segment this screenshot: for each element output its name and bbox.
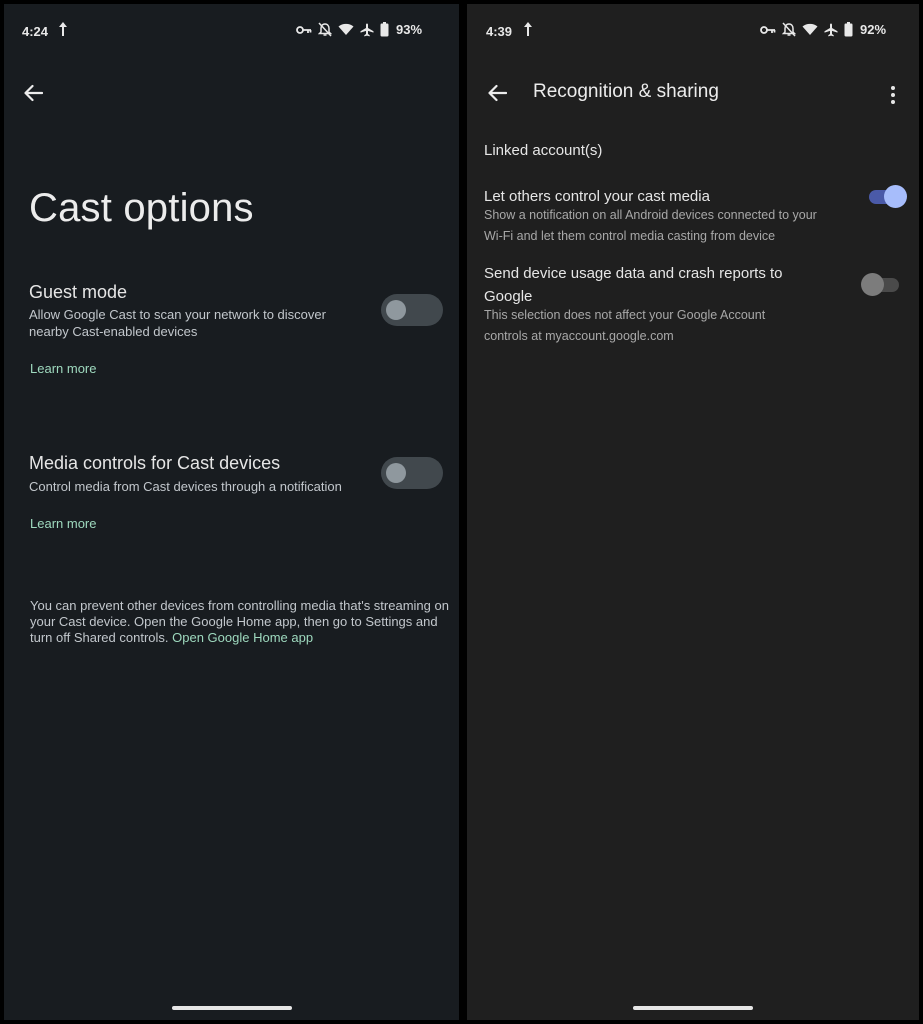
airplane-icon	[824, 23, 838, 37]
usage-data-title: Send device usage data and crash reports…	[484, 265, 783, 305]
back-arrow-icon	[487, 84, 508, 107]
battery-percent: 93%	[396, 22, 423, 37]
arrow-up-icon	[58, 21, 68, 42]
media-controls-toggle[interactable]	[381, 457, 443, 489]
back-arrow-icon	[23, 84, 44, 107]
toggle-thumb	[386, 463, 406, 483]
cast-media-control-switch[interactable]	[869, 185, 907, 208]
cast-media-control-description: Show a notification on all Android devic…	[484, 208, 817, 243]
usage-data-switch[interactable]	[861, 273, 899, 296]
page-title: Recognition & sharing	[533, 81, 719, 102]
arrow-up-icon	[523, 21, 533, 42]
vpn-key-icon	[296, 24, 312, 36]
notifications-off-icon	[318, 22, 332, 37]
media-controls-title: Media controls for Cast devices	[29, 453, 281, 473]
switch-thumb	[884, 185, 907, 208]
status-bar: 4:24 93%	[4, 4, 459, 54]
guest-mode-toggle[interactable]	[381, 294, 443, 326]
media-controls-learn-more-link[interactable]: Learn more	[30, 516, 96, 531]
vpn-key-icon	[760, 24, 776, 36]
toggle-thumb	[386, 300, 406, 320]
wifi-icon	[802, 23, 818, 36]
status-bar: 4:39 92%	[467, 4, 919, 54]
guest-mode-description: Allow Google Cast to scan your network t…	[29, 307, 326, 339]
battery-percent: 92%	[860, 22, 887, 37]
battery-icon	[380, 22, 389, 37]
guest-mode-title: Guest mode	[29, 282, 128, 302]
status-time: 4:39	[486, 24, 513, 39]
recognition-sharing-screen: 4:39 92% Recognition & sharing Linked ac…	[467, 4, 919, 1020]
usage-data-description: This selection does not affect your Goog…	[484, 308, 766, 343]
more-vert-icon	[891, 86, 895, 90]
gesture-nav-handle[interactable]	[633, 1006, 753, 1010]
page-title: Cast options	[29, 186, 254, 230]
back-button[interactable]	[16, 78, 50, 112]
notifications-off-icon	[782, 22, 796, 37]
shared-controls-note: You can prevent other devices from contr…	[30, 598, 455, 646]
back-button[interactable]	[480, 78, 514, 112]
media-controls-description: Control media from Cast devices through …	[29, 479, 342, 494]
more-options-button[interactable]	[881, 80, 905, 110]
switch-thumb	[861, 273, 884, 296]
guest-mode-learn-more-link[interactable]: Learn more	[30, 361, 96, 376]
airplane-icon	[360, 23, 374, 37]
linked-accounts-item[interactable]: Linked account(s)	[484, 139, 602, 162]
open-google-home-link[interactable]: Open Google Home app	[172, 630, 313, 645]
wifi-icon	[338, 23, 354, 36]
gesture-nav-handle[interactable]	[171, 1006, 292, 1010]
status-time: 4:24	[22, 24, 49, 39]
cast-options-screen: 4:24 93% Cast options Guest mode Allow G…	[4, 4, 459, 1020]
battery-icon	[844, 22, 853, 37]
